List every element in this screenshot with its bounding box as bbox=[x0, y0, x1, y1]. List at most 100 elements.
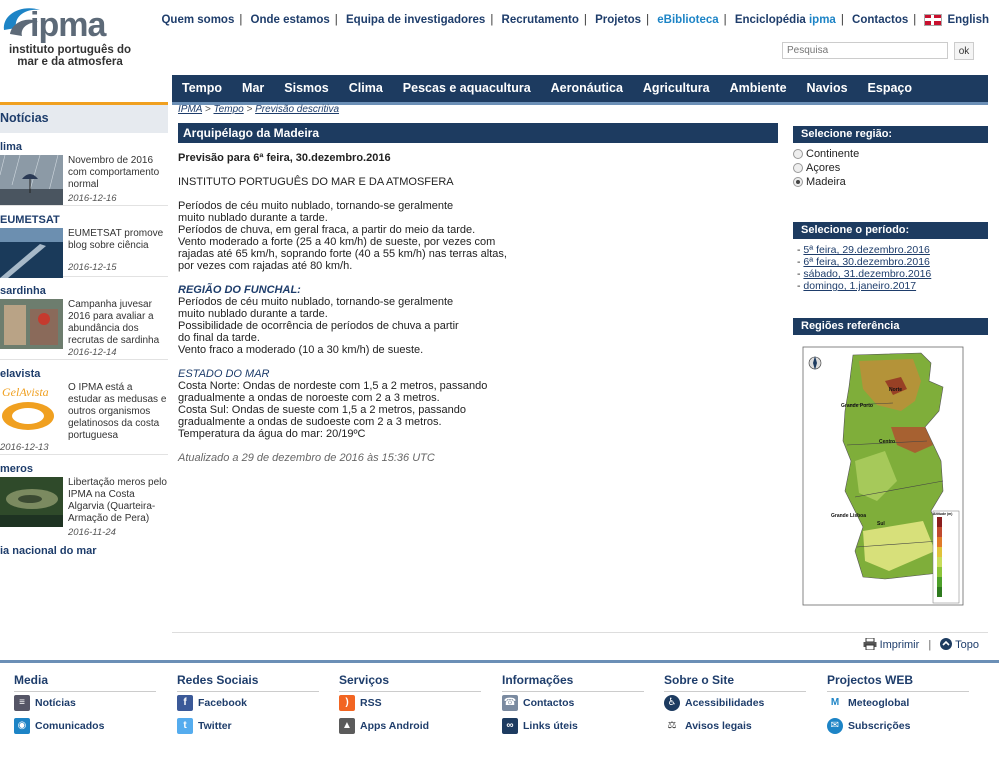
forecast-heading: Previsão para 6ª feira, 30.dezembro.2016 bbox=[178, 152, 391, 164]
site-footer: Media ≡ Notícias ◉ Comunicados Redes Socia… bbox=[0, 660, 999, 757]
region-option-continente[interactable]: Continente bbox=[793, 147, 859, 161]
legal-icon: ⚖ bbox=[664, 718, 680, 735]
news-thumbnail bbox=[0, 299, 63, 349]
twitter-icon: t bbox=[177, 718, 193, 735]
map-legend-title: Altitude (m) bbox=[933, 512, 952, 516]
footer-column-media: Media ≡ Notícias ◉ Comunicados bbox=[14, 673, 156, 738]
footer-column-title: Redes Sociais bbox=[177, 673, 319, 692]
nav-ambiente[interactable]: Ambiente bbox=[720, 75, 797, 102]
logo-subtitle: instituto português do mar e da atmosfer… bbox=[8, 44, 131, 68]
footer-link-noticias[interactable]: ≡ Notícias bbox=[14, 692, 156, 715]
top-link-enciclopedia[interactable]: Enciclopédia ipma bbox=[735, 14, 836, 26]
map-label-lisboa: Grande Lisboa bbox=[831, 513, 866, 519]
region-option-acores[interactable]: Açores bbox=[793, 161, 840, 175]
footer-link-contactos[interactable]: ☎ Contactos bbox=[502, 692, 644, 715]
portugal-reference-map[interactable]: Norte Grande Porto Centro Grande Lisboa … bbox=[793, 341, 988, 611]
forecast-institute: INSTITUTO PORTUGUÊS DO MAR E DA ATMOSFER… bbox=[178, 176, 454, 188]
content-divider bbox=[172, 632, 988, 633]
breadcrumb-home[interactable]: IPMA bbox=[178, 104, 202, 115]
footer-link-facebook[interactable]: f Facebook bbox=[177, 692, 319, 715]
top-link-quem-somos[interactable]: Quem somos bbox=[161, 14, 234, 26]
link-icon: ∞ bbox=[502, 718, 518, 735]
search-button[interactable]: ok bbox=[954, 42, 974, 60]
period-link[interactable]: - sábado, 31.dezembro.2016 bbox=[797, 269, 931, 280]
footer-column-services: Serviços ) RSS ▲ Apps Android bbox=[339, 673, 481, 738]
forecast-general: Períodos de céu muito nublado, tornando-… bbox=[178, 200, 507, 272]
nav-agricultura[interactable]: Agricultura bbox=[633, 75, 720, 102]
footer-link-links-uteis[interactable]: ∞ Links úteis bbox=[502, 715, 644, 738]
breadcrumb-tempo[interactable]: Tempo bbox=[213, 104, 243, 115]
print-link[interactable]: Imprimir bbox=[863, 637, 923, 651]
footer-link-meteoglobal[interactable]: M Meteoglobal bbox=[827, 692, 969, 715]
top-link-projetos[interactable]: Projetos bbox=[595, 14, 641, 26]
footer-column-title: Sobre o Site bbox=[664, 673, 806, 692]
period-link[interactable]: - domingo, 1.janeiro.2017 bbox=[797, 281, 916, 292]
region-select-heading: Selecione região: bbox=[793, 126, 988, 143]
breadcrumb-current[interactable]: Previsão descritiva bbox=[255, 104, 339, 115]
breadcrumb: IPMA > Tempo > Previsão descritiva bbox=[178, 104, 340, 115]
top-link[interactable]: Topo bbox=[940, 638, 979, 651]
news-text: O IPMA está a estudar as medusas e outro… bbox=[68, 382, 167, 441]
language-english-link[interactable]: English bbox=[924, 14, 989, 26]
forecast-sea-state: ESTADO DO MAR Costa Norte: Ondas de nord… bbox=[178, 368, 488, 440]
nav-sismos[interactable]: Sismos bbox=[274, 75, 338, 102]
footer-column-title: Informações bbox=[502, 673, 644, 692]
news-item[interactable]: EUMETSAT EUMETSAT promove blog sobre ciê… bbox=[0, 206, 168, 278]
news-text: Campanha juvesar 2016 para avaliar a abu… bbox=[68, 299, 160, 346]
period-link[interactable]: - 6ª feira, 30.dezembro.2016 bbox=[797, 257, 930, 268]
top-link-recrutamento[interactable]: Recrutamento bbox=[502, 14, 579, 26]
map-label-centro: Centro bbox=[879, 439, 895, 445]
news-item[interactable]: meros Libertação meros pelo IPMA na Cost… bbox=[0, 455, 168, 539]
facebook-icon: f bbox=[177, 695, 193, 712]
news-item[interactable]: lima Novembro de 2016 com comportamento … bbox=[0, 133, 168, 206]
footer-link-avisos-legais[interactable]: ⚖ Avisos legais bbox=[664, 715, 806, 738]
nav-pescas[interactable]: Pescas e aquacultura bbox=[393, 75, 541, 102]
newspaper-icon: ≡ bbox=[14, 695, 30, 712]
page-tools: Imprimir | Topo bbox=[863, 637, 979, 651]
nav-mar[interactable]: Mar bbox=[232, 75, 274, 102]
period-select-heading: Selecione o período: bbox=[793, 222, 988, 239]
forecast-updated: Atualizado a 29 de dezembro de 2016 às 1… bbox=[178, 452, 435, 464]
news-text: Novembro de 2016 com comportamento norma… bbox=[68, 155, 160, 190]
news-category: EUMETSAT bbox=[0, 214, 60, 226]
news-item[interactable]: elavista GelAvista O IPMA está a estudar… bbox=[0, 360, 168, 455]
search-input[interactable] bbox=[782, 42, 948, 59]
news-item[interactable]: sardinha Campanha juvesar 2016 para aval… bbox=[0, 277, 168, 360]
news-date: 2016-12-14 bbox=[68, 347, 117, 358]
footer-link-android[interactable]: ▲ Apps Android bbox=[339, 715, 481, 738]
uk-flag-icon bbox=[924, 14, 943, 26]
period-link[interactable]: - 5ª feira, 29.dezembro.2016 bbox=[797, 245, 930, 256]
map-label-sul: Sul bbox=[877, 521, 885, 527]
radio-checked-icon bbox=[793, 177, 803, 187]
footer-link-comunicados[interactable]: ◉ Comunicados bbox=[14, 715, 156, 738]
news-thumbnail bbox=[0, 477, 63, 527]
news-date: 2016-11-24 bbox=[68, 527, 116, 538]
footer-link-twitter[interactable]: t Twitter bbox=[177, 715, 319, 738]
footer-link-acessibilidades[interactable]: ♿ Acessibilidades bbox=[664, 692, 806, 715]
news-footer-link[interactable]: ia nacional do mar bbox=[0, 539, 168, 557]
nav-navios[interactable]: Navios bbox=[797, 75, 858, 102]
top-link-ebiblioteca[interactable]: eBiblioteca bbox=[657, 14, 718, 26]
footer-link-subscricoes[interactable]: ✉ Subscrições bbox=[827, 715, 969, 738]
nav-espaco[interactable]: Espaço bbox=[858, 75, 922, 102]
ipma-logo[interactable]: ipma instituto português do mar e da atm… bbox=[0, 0, 150, 72]
radio-unchecked-icon bbox=[793, 149, 803, 159]
region-option-madeira[interactable]: Madeira bbox=[793, 175, 846, 189]
top-link-onde-estamos[interactable]: Onde estamos bbox=[251, 14, 330, 26]
footer-column-title: Serviços bbox=[339, 673, 481, 692]
top-link-equipa[interactable]: Equipa de investigadores bbox=[346, 14, 485, 26]
top-link-contactos[interactable]: Contactos bbox=[852, 14, 908, 26]
nav-aeronautica[interactable]: Aeronáutica bbox=[541, 75, 633, 102]
news-date: 2016-12-13 bbox=[0, 442, 49, 453]
contacts-icon: ☎ bbox=[502, 695, 518, 712]
nav-tempo[interactable]: Tempo bbox=[172, 75, 232, 102]
footer-link-rss[interactable]: ) RSS bbox=[339, 692, 481, 715]
gelavista-logo: GelAvista bbox=[0, 382, 63, 432]
news-date: 2016-12-15 bbox=[68, 262, 117, 273]
nav-clima[interactable]: Clima bbox=[339, 75, 393, 102]
accessibility-icon: ♿ bbox=[664, 695, 680, 712]
broadcast-icon: ◉ bbox=[14, 718, 30, 735]
forecast-text: Previsão para 6ª feira, 30.dezembro.2016… bbox=[178, 152, 618, 476]
page-title: Arquipélago da Madeira bbox=[178, 123, 778, 143]
meteoglobal-icon: M bbox=[827, 695, 843, 712]
